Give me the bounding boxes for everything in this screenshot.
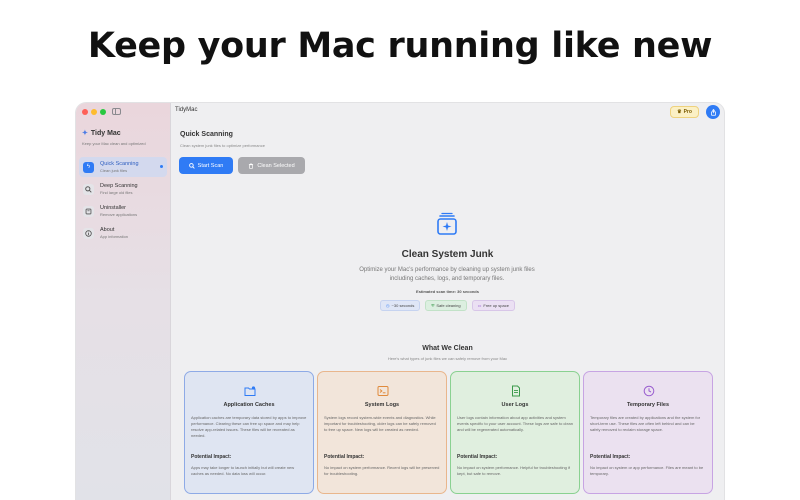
pro-label: Pro bbox=[683, 109, 692, 115]
trash-icon bbox=[249, 162, 254, 169]
window-title: TidyMac bbox=[175, 107, 198, 113]
minimize-window-button[interactable] bbox=[91, 109, 97, 115]
card-impact-text: Apps may take longer to launch initially… bbox=[191, 465, 295, 476]
sidebar-item-about[interactable]: About App information bbox=[79, 223, 167, 243]
share-icon bbox=[710, 108, 716, 116]
document-icon bbox=[512, 385, 520, 397]
sparkle-icon: ✦ bbox=[82, 130, 88, 137]
sidebar-item-label: Quick Scanning bbox=[100, 161, 139, 167]
sidebar: ✦ Tidy Mac Keep your Mac clean and optim… bbox=[76, 103, 171, 500]
sidebar-item-quick-scanning[interactable]: ϟ Quick Scanning Clean junk files bbox=[79, 157, 167, 177]
marketing-headline: Keep your Mac running like new bbox=[87, 26, 713, 66]
start-scan-label: Start Scan bbox=[197, 162, 224, 169]
card-description: Temporary files are created by applicati… bbox=[590, 415, 701, 432]
clock-icon bbox=[643, 385, 655, 397]
app-subtitle: Keep your Mac clean and optimized bbox=[82, 141, 146, 146]
card-impact-heading: Potential Impact: bbox=[191, 454, 232, 460]
clean-selected-button[interactable]: Clean Selected bbox=[238, 157, 305, 174]
sidebar-item-label: About bbox=[100, 227, 115, 233]
chip-time: ◷ ~30 seconds bbox=[380, 300, 421, 311]
scan-estimate: Estimated scan time: 30 seconds bbox=[416, 289, 479, 294]
page-title: Quick Scanning bbox=[180, 131, 233, 138]
card-impact-text: No impact on system performance. Recent … bbox=[324, 465, 440, 476]
chip-space: ▭ Free up space bbox=[471, 300, 515, 311]
sidebar-item-sub: App information bbox=[100, 234, 129, 239]
toolbar: TidyMac ♛ Pro bbox=[171, 103, 724, 121]
card-title: System Logs bbox=[364, 402, 400, 408]
start-scan-button[interactable]: Start Scan bbox=[179, 157, 233, 174]
card-user-logs: User Logs User logs contain information … bbox=[450, 371, 580, 494]
app-name: ✦ Tidy Mac bbox=[82, 129, 121, 138]
sidebar-item-label: Uninstaller bbox=[100, 205, 126, 211]
chip-label: Safe cleaning bbox=[436, 303, 461, 308]
window-controls bbox=[82, 109, 106, 115]
feature-chips: ◷ ~30 seconds ⛨ Safe cleaning ▭ Free up … bbox=[171, 300, 724, 311]
chip-safe: ⛨ Safe cleaning bbox=[425, 300, 467, 311]
card-title: Application Caches bbox=[223, 402, 275, 408]
chip-label: Free up space bbox=[483, 303, 509, 308]
magnifier-icon bbox=[83, 183, 94, 195]
sidebar-toggle-icon[interactable] bbox=[112, 108, 121, 115]
card-application-caches: Application Caches Application caches ar… bbox=[184, 371, 314, 494]
chip-label: ~30 seconds bbox=[391, 303, 415, 308]
folder-badge-icon bbox=[244, 386, 256, 396]
clock-small-icon: ◷ bbox=[386, 303, 390, 308]
card-impact-heading: Potential Impact: bbox=[457, 454, 498, 460]
card-title: User Logs bbox=[501, 402, 529, 408]
section-subtitle-what-we-clean: Here's what types of junk files we can s… bbox=[387, 356, 508, 361]
sidebar-item-uninstaller[interactable]: Uninstaller Remove applications bbox=[79, 201, 167, 221]
page-subtitle: Clean system junk files to optimize perf… bbox=[180, 143, 265, 148]
selected-indicator bbox=[160, 165, 163, 168]
card-temporary-files: Temporary Files Temporary files are crea… bbox=[583, 371, 713, 494]
sidebar-item-sub: Remove applications bbox=[100, 212, 138, 217]
clean-junk-icon bbox=[437, 212, 457, 235]
zoom-window-button[interactable] bbox=[100, 109, 106, 115]
sidebar-item-sub: Find large old files bbox=[100, 190, 133, 195]
clean-selected-label: Clean Selected bbox=[257, 162, 295, 169]
pro-button[interactable]: ♛ Pro bbox=[670, 106, 699, 118]
sidebar-item-sub: Clean junk files bbox=[100, 168, 128, 173]
card-impact-text: No impact on system performance. Helpful… bbox=[457, 465, 570, 476]
main-content: Quick Scanning Clean system junk files t… bbox=[171, 121, 724, 500]
app-name-label: Tidy Mac bbox=[90, 129, 121, 137]
trash-app-icon bbox=[83, 205, 94, 217]
section-title-what-we-clean: What We Clean bbox=[422, 345, 473, 352]
close-window-button[interactable] bbox=[82, 109, 88, 115]
drive-icon: ▭ bbox=[477, 303, 482, 308]
info-icon bbox=[83, 227, 94, 239]
card-description: System logs record system-wide events an… bbox=[324, 415, 436, 432]
sidebar-nav: ϟ Quick Scanning Clean junk files Deep S… bbox=[79, 157, 167, 245]
card-description: User logs contain information about app … bbox=[457, 415, 573, 432]
card-impact-heading: Potential Impact: bbox=[590, 454, 631, 460]
card-description: Application caches are temporary data st… bbox=[191, 415, 307, 438]
hero-description: Optimize your Mac's performance by clean… bbox=[359, 267, 535, 282]
share-button[interactable] bbox=[706, 105, 720, 119]
sidebar-item-deep-scanning[interactable]: Deep Scanning Find large old files bbox=[79, 179, 167, 199]
app-window: ✦ Tidy Mac Keep your Mac clean and optim… bbox=[76, 103, 724, 500]
bolt-icon: ϟ bbox=[83, 161, 94, 173]
shield-icon: ⛨ bbox=[431, 303, 435, 308]
card-system-logs: System Logs System logs record system-wi… bbox=[317, 371, 447, 494]
card-impact-heading: Potential Impact: bbox=[324, 454, 365, 460]
terminal-icon bbox=[377, 386, 389, 396]
search-icon bbox=[188, 162, 195, 169]
card-impact-text: No impact on system or app performance. … bbox=[590, 465, 704, 476]
hero-title: Clean System Junk bbox=[401, 249, 494, 260]
crown-icon: ♛ bbox=[677, 109, 682, 115]
sidebar-item-label: Deep Scanning bbox=[100, 183, 138, 189]
card-title: Temporary Files bbox=[626, 402, 670, 408]
